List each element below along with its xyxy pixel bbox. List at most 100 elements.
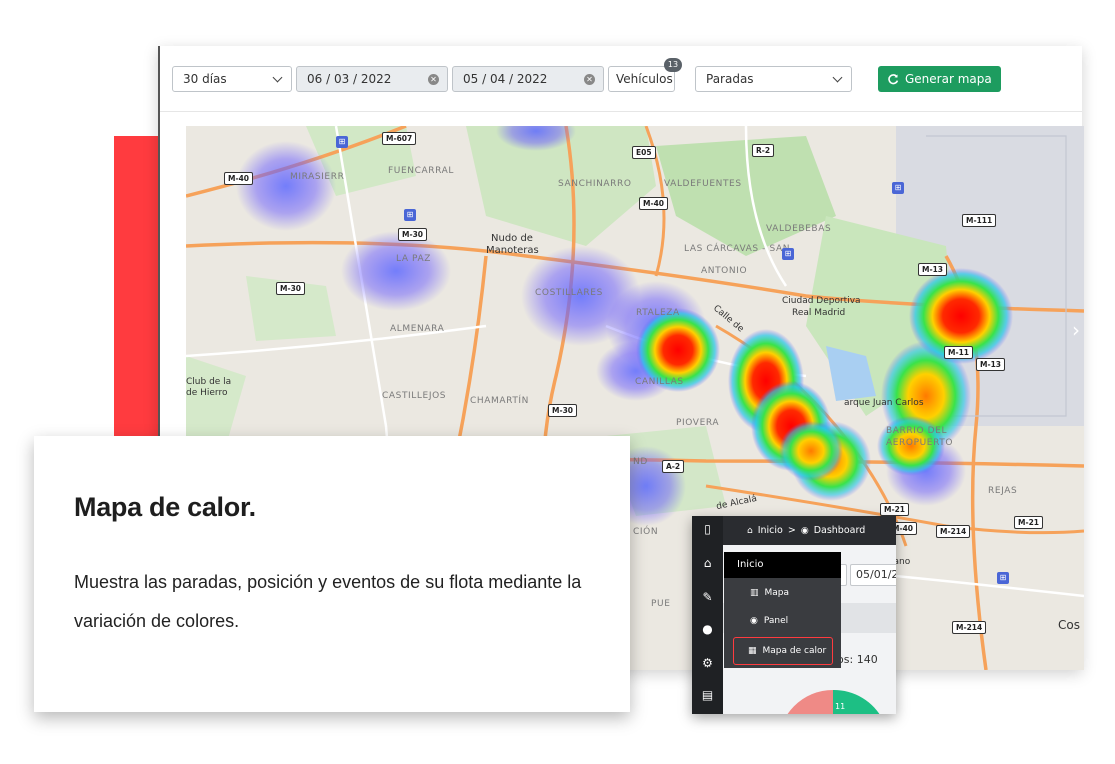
feature-description: Muestra las paradas, posición y eventos … xyxy=(74,572,582,631)
map-label: ANTONIO xyxy=(701,266,748,276)
building-icon[interactable]: ▯ xyxy=(692,522,723,536)
document-icon[interactable]: ▤ xyxy=(692,688,723,702)
map-label: Real Madrid xyxy=(792,308,846,318)
feature-card: Mapa de calor. Muestra las paradas, posi… xyxy=(34,436,630,712)
road-shield: M-214 xyxy=(952,621,987,634)
road-shield: M-21 xyxy=(1014,516,1044,529)
map-label: ALMENARA xyxy=(390,324,445,334)
gears-icon[interactable]: ⚙ xyxy=(692,656,723,670)
vehicles-button[interactable]: Vehículos 13 xyxy=(608,58,682,92)
generate-map-button[interactable]: Generar mapa xyxy=(878,66,1001,92)
map-label: AEROPUERTO xyxy=(886,438,954,448)
date-input[interactable]: 05/01/2 xyxy=(850,564,896,586)
start-menu: Inicio ▥ Mapa ◉ Panel ▦ Mapa de calor xyxy=(724,552,841,668)
map-label: VALDEFUENTES xyxy=(664,179,742,189)
map-label: BARRIO DEL xyxy=(886,426,948,436)
road-shield: M-30 xyxy=(548,404,578,417)
metro-station-icon: ⊞ xyxy=(997,572,1009,584)
map-label: MIRASIERR xyxy=(290,172,345,182)
road-shield: E05 xyxy=(632,146,656,159)
map-label: Club de la xyxy=(186,377,232,387)
menu-item-label: Panel xyxy=(763,616,789,626)
metro-station-icon: ⊞ xyxy=(336,136,348,148)
pie-chart: 11 xyxy=(787,689,880,714)
period-select-value: 30 días xyxy=(183,72,227,86)
marketing-composition: 30 días 06 / 03 / 2022 ✕ 05 / 04 / 2022 … xyxy=(0,0,1115,764)
road-shield: M-607 xyxy=(382,132,417,145)
menu-item-panel[interactable]: ◉ Panel xyxy=(724,609,841,633)
map-label: REJAS xyxy=(988,486,1018,496)
metro-station-icon: ⊞ xyxy=(782,248,794,260)
menu-item-mapa[interactable]: ▥ Mapa xyxy=(724,581,841,605)
type-select-value: Paradas xyxy=(706,72,754,86)
map-marker-icon: ▦ xyxy=(748,646,757,656)
date-to-value: 05 / 04 / 2022 xyxy=(463,72,548,86)
chevron-right-icon[interactable]: › xyxy=(1072,318,1080,342)
date-from-value: 06 / 03 / 2022 xyxy=(307,72,392,86)
map-label: CIÓN xyxy=(633,527,659,537)
map-label: VALDEBEBAS xyxy=(766,224,832,234)
menu-item-heatmap[interactable]: ▦ Mapa de calor xyxy=(733,637,833,665)
period-select[interactable]: 30 días xyxy=(172,66,292,92)
pie-slice-label: 11 xyxy=(835,702,845,711)
road-shield: M-111 xyxy=(962,214,997,227)
map-label: arque Juan Carlos xyxy=(844,398,924,408)
date-to-input[interactable]: 05 / 04 / 2022 ✕ xyxy=(452,66,604,92)
road-shield: M-40 xyxy=(224,172,254,185)
icon-sidebar: ▯ ⌂ ✎ ● ⚙ ▤ xyxy=(692,516,723,714)
home-icon: ⌂ xyxy=(747,525,753,536)
home-icon[interactable]: ⌂ xyxy=(692,556,723,570)
map-label: PIOVERA xyxy=(676,418,720,428)
map-label: CHAMARTÍN xyxy=(470,396,530,406)
map-icon: ▥ xyxy=(750,588,759,598)
date-from-input[interactable]: 06 / 03 / 2022 ✕ xyxy=(296,66,448,92)
vehicles-count-badge: 13 xyxy=(664,58,682,72)
road-shield: M-214 xyxy=(936,525,971,538)
road-shield: A-2 xyxy=(662,460,685,473)
feature-title: Mapa de calor. xyxy=(74,492,256,522)
map-label: Ciudad Deportiva xyxy=(782,296,861,306)
road-shield: M-30 xyxy=(398,228,428,241)
metro-station-icon: ⊞ xyxy=(404,209,416,221)
road-shield: M-13 xyxy=(918,263,948,276)
clear-icon[interactable]: ✕ xyxy=(428,74,439,85)
breadcrumb: ⌂ Inicio > ◉ Dashboard xyxy=(723,516,896,545)
clear-icon[interactable]: ✕ xyxy=(584,74,595,85)
breadcrumb-home[interactable]: Inicio xyxy=(758,525,783,536)
map-label: LAS CÁRCAVAS - SAN xyxy=(684,244,791,254)
chevron-down-icon xyxy=(832,72,843,83)
map-label: RTALEZA xyxy=(636,308,680,318)
refresh-icon xyxy=(888,74,899,85)
filter-toolbar: 30 días 06 / 03 / 2022 ✕ 05 / 04 / 2022 … xyxy=(160,46,1082,112)
road-shield: M-13 xyxy=(976,358,1006,371)
map-label: FUENCARRAL xyxy=(388,166,454,176)
map-label: CANILLAS xyxy=(635,377,684,387)
map-label: PUE xyxy=(651,599,671,609)
type-select[interactable]: Paradas xyxy=(695,66,852,92)
map-label: Nudo de xyxy=(491,233,533,244)
breadcrumb-separator: > xyxy=(787,525,796,536)
map-label: Cos xyxy=(1058,618,1080,632)
road-shield: M-11 xyxy=(944,346,974,359)
map-label: CASTILLEJOS xyxy=(382,391,447,401)
road-shield: M-21 xyxy=(880,503,910,516)
menu-item-label: Mapa de calor xyxy=(762,646,827,656)
road-shield: R-2 xyxy=(752,144,775,157)
map-label: COSTILLARES xyxy=(535,288,603,298)
map-label: ND xyxy=(633,457,648,467)
map-label: SANCHINARRO xyxy=(558,179,632,189)
menu-header: Inicio xyxy=(724,552,841,578)
vehicles-label: Vehículos xyxy=(616,72,673,86)
red-accent-block xyxy=(114,136,162,436)
dashboard-icon: ◉ xyxy=(800,525,809,536)
map-pin-icon[interactable]: ● xyxy=(692,622,723,636)
map-label: Manoteras xyxy=(486,245,539,256)
dashboard-icon: ◉ xyxy=(750,616,758,626)
road-shield: M-30 xyxy=(276,282,306,295)
menu-item-label: Mapa xyxy=(764,588,790,598)
road-shield: M-40 xyxy=(639,197,669,210)
chevron-down-icon xyxy=(272,72,283,83)
pencil-icon[interactable]: ✎ xyxy=(692,590,723,604)
generate-map-label: Generar mapa xyxy=(905,72,992,86)
metro-station-icon: ⊞ xyxy=(892,182,904,194)
